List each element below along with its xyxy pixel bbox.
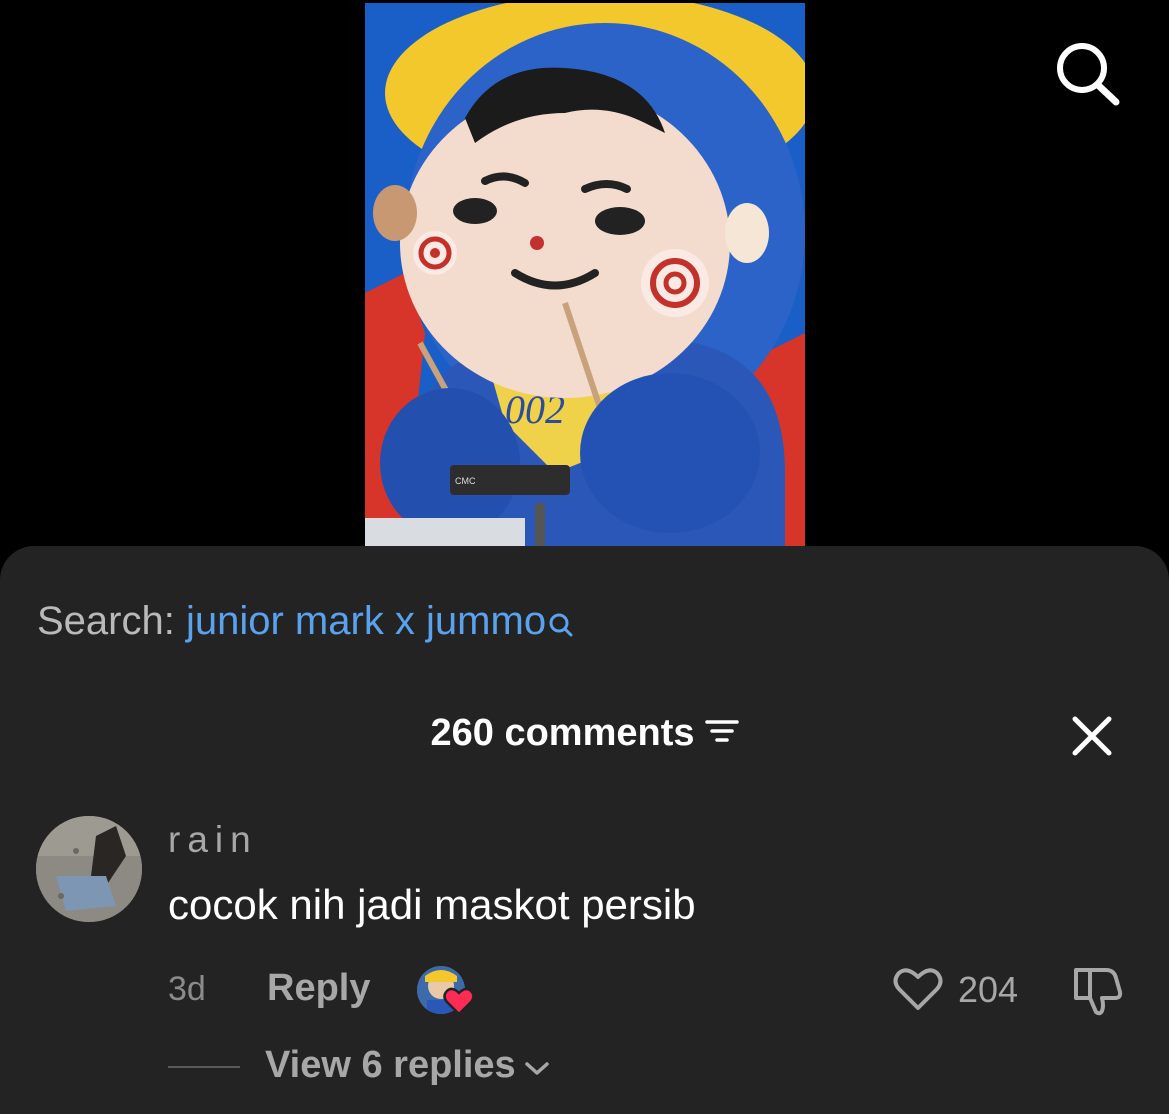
like-count: 204	[958, 969, 1019, 1010]
sort-lines-icon[interactable]	[704, 709, 739, 755]
mascot-video-frame: 002 CMC	[365, 3, 805, 548]
reply-button[interactable]: Reply	[267, 965, 370, 1011]
video-player[interactable]: 002 CMC	[365, 3, 805, 548]
avatar[interactable]	[36, 816, 142, 922]
comment-username[interactable]: rain	[168, 818, 258, 862]
app-screen: 002 CMC Search: junior mark x jummo 260 …	[0, 0, 1169, 1114]
search-suggestion[interactable]: Search: junior mark x jummo	[37, 597, 574, 649]
heart-filled-icon	[443, 986, 475, 1021]
comments-sheet: Search: junior mark x jummo 260 comments	[0, 546, 1169, 1114]
comments-count: 260 comments	[430, 712, 695, 754]
replies-divider	[168, 1066, 240, 1068]
comment-text: cocok nih jadi maskot persib	[168, 881, 696, 928]
chevron-down-icon	[524, 1042, 550, 1088]
creator-liked-badge	[417, 966, 477, 1018]
comments-header: 260 comments	[0, 710, 1169, 756]
close-icon[interactable]	[1070, 714, 1114, 758]
heart-outline-icon[interactable]	[892, 966, 944, 1012]
search-prefix-label: Search:	[37, 599, 175, 643]
search-icon	[548, 601, 574, 649]
svg-text:CMC: CMC	[455, 476, 476, 486]
search-query-link[interactable]: junior mark x jummo	[186, 599, 546, 643]
view-replies-button[interactable]: View 6 replies	[265, 1042, 550, 1088]
comment-item: rain cocok nih jadi maskot persib 3d Rep…	[0, 814, 1169, 1114]
thumbs-down-icon[interactable]	[1070, 964, 1124, 1016]
comment-time: 3d	[168, 970, 206, 1008]
view-replies-label: View 6 replies	[265, 1044, 516, 1086]
search-icon[interactable]	[1052, 40, 1124, 106]
